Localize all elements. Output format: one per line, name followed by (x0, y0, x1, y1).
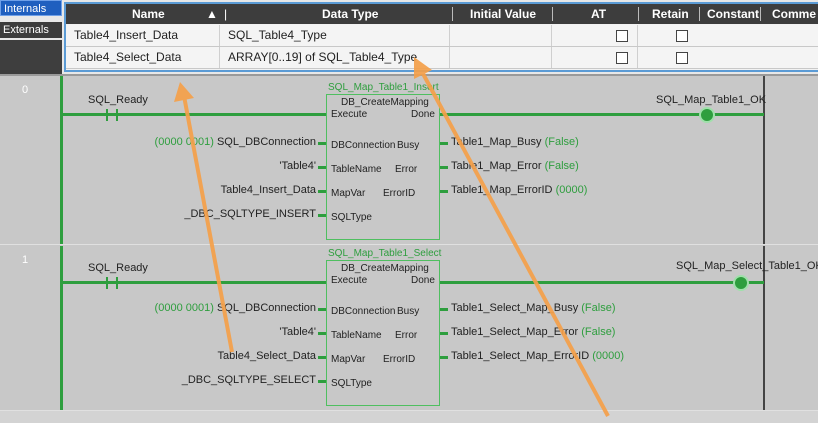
left-power-rail (60, 76, 63, 244)
pin-execute: Execute (331, 109, 368, 120)
row-initial-value-cell[interactable] (450, 47, 552, 68)
coil-icon[interactable] (733, 275, 749, 291)
contact-label: SQL_Ready (88, 94, 148, 106)
input-var-tablename[interactable]: 'Table4' (150, 160, 316, 172)
pin-sqltype: SQLType (331, 378, 372, 389)
col-header-constant[interactable]: Constant (707, 4, 759, 24)
table-row[interactable]: Table4_Select_Data ARRAY[0..19] of SQL_T… (66, 47, 818, 69)
pin-dbconnection: DBConnection (331, 140, 396, 151)
output-var-error[interactable]: Table1_Select_Map_Error (False) (451, 326, 615, 338)
pin-done: Done (411, 109, 435, 120)
no-contact-icon[interactable] (106, 277, 118, 289)
rung-wire (60, 281, 330, 284)
editor-bottom-strip (0, 411, 818, 423)
sidebar-panel (0, 40, 62, 74)
variable-table: Internals Externals Name ▲ | Data Type I… (0, 0, 818, 76)
output-var-busy[interactable]: Table1_Map_Busy (False) (451, 136, 579, 148)
tab-internals[interactable]: Internals (0, 0, 62, 16)
col-header-at[interactable]: AT (591, 4, 606, 24)
coil-icon[interactable] (699, 107, 715, 123)
col-resize-icon[interactable]: | (224, 4, 227, 24)
tab-externals[interactable]: Externals (0, 22, 62, 38)
left-power-rail (60, 246, 63, 410)
output-var-error[interactable]: Table1_Map_Error (False) (451, 160, 579, 172)
rung-wire (440, 113, 764, 116)
pin-mapvar: MapVar (331, 354, 366, 365)
pin-error: Error (395, 330, 418, 341)
function-block[interactable]: DB_CreateMapping Execute Done DBConnecti… (326, 260, 440, 406)
pin-errorid: ErrorID (383, 354, 416, 365)
constant-checkbox[interactable] (676, 52, 688, 64)
table-row[interactable]: Table4_Insert_Data SQL_Table4_Type (66, 25, 818, 47)
input-var-mapvar[interactable]: Table4_Insert_Data (150, 184, 316, 196)
ladder-rung[interactable]: 1 SQL_Ready SQL_Map_Select_Table1_OK SQL… (0, 246, 818, 411)
input-var-sqltype[interactable]: _DBC_SQLTYPE_SELECT (150, 374, 316, 386)
output-var-busy[interactable]: Table1_Select_Map_Busy (False) (451, 302, 616, 314)
pin-tablename: TableName (331, 330, 382, 341)
output-var-errorid[interactable]: Table1_Map_ErrorID (0000) (451, 184, 587, 196)
input-var-tablename[interactable]: 'Table4' (150, 326, 316, 338)
pin-sqltype: SQLType (331, 212, 372, 223)
input-var-dbconnection[interactable]: (0000 0001) SQL_DBConnection (150, 302, 316, 314)
retain-checkbox[interactable] (616, 30, 628, 42)
no-contact-icon[interactable] (106, 109, 118, 121)
pin-execute: Execute (331, 275, 368, 286)
constant-checkbox[interactable] (676, 30, 688, 42)
col-header-retain[interactable]: Retain (652, 4, 689, 24)
rung-wire (60, 113, 330, 116)
input-var-mapvar[interactable]: Table4_Select_Data (150, 350, 316, 362)
function-block[interactable]: DB_CreateMapping Execute Done DBConnecti… (326, 94, 440, 240)
rung-wire (440, 281, 764, 284)
pin-mapvar: MapVar (331, 188, 366, 199)
input-var-dbconnection[interactable]: (0000 0001) SQL_DBConnection (150, 136, 316, 148)
contact-label: SQL_Ready (88, 262, 148, 274)
retain-checkbox[interactable] (616, 52, 628, 64)
fb-instance-name[interactable]: SQL_Map_Table1_Select (328, 248, 441, 259)
fb-type-name: DB_CreateMapping (341, 97, 429, 108)
row-type-cell[interactable]: ARRAY[0..19] of SQL_Table4_Type (220, 47, 450, 68)
pin-dbconnection: DBConnection (331, 306, 396, 317)
table-header: Name ▲ | Data Type Initial Value AT Reta… (66, 4, 818, 24)
pin-done: Done (411, 275, 435, 286)
coil-label: SQL_Map_Table1_OK (656, 94, 767, 106)
row-name-cell[interactable]: Table4_Insert_Data (66, 25, 220, 46)
fb-instance-name[interactable]: SQL_Map_Table1_Insert (328, 82, 439, 93)
col-header-name[interactable]: Name (132, 4, 165, 24)
pin-tablename: TableName (331, 164, 382, 175)
coil-label: SQL_Map_Select_Table1_OK (676, 260, 818, 272)
sort-ascending-icon[interactable]: ▲ (206, 4, 218, 24)
row-name-cell[interactable]: Table4_Select_Data (66, 47, 220, 68)
rung-number: 1 (22, 254, 29, 266)
fb-type-name: DB_CreateMapping (341, 263, 429, 274)
pin-error: Error (395, 164, 418, 175)
output-var-errorid[interactable]: Table1_Select_Map_ErrorID (0000) (451, 350, 624, 362)
input-var-sqltype[interactable]: _DBC_SQLTYPE_INSERT (150, 208, 316, 220)
pin-errorid: ErrorID (383, 188, 416, 199)
col-header-data-type[interactable]: Data Type (322, 4, 378, 24)
pin-busy: Busy (397, 140, 420, 151)
row-initial-value-cell[interactable] (450, 25, 552, 46)
rung-number: 0 (22, 84, 29, 96)
row-type-cell[interactable]: SQL_Table4_Type (220, 25, 450, 46)
col-header-initial-value[interactable]: Initial Value (470, 4, 536, 24)
pin-busy: Busy (397, 306, 420, 317)
col-header-comment[interactable]: Comme (772, 4, 816, 24)
ladder-rung[interactable]: 0 SQL_Ready SQL_Map_Table1_OK SQL_Map_Ta… (0, 76, 818, 245)
